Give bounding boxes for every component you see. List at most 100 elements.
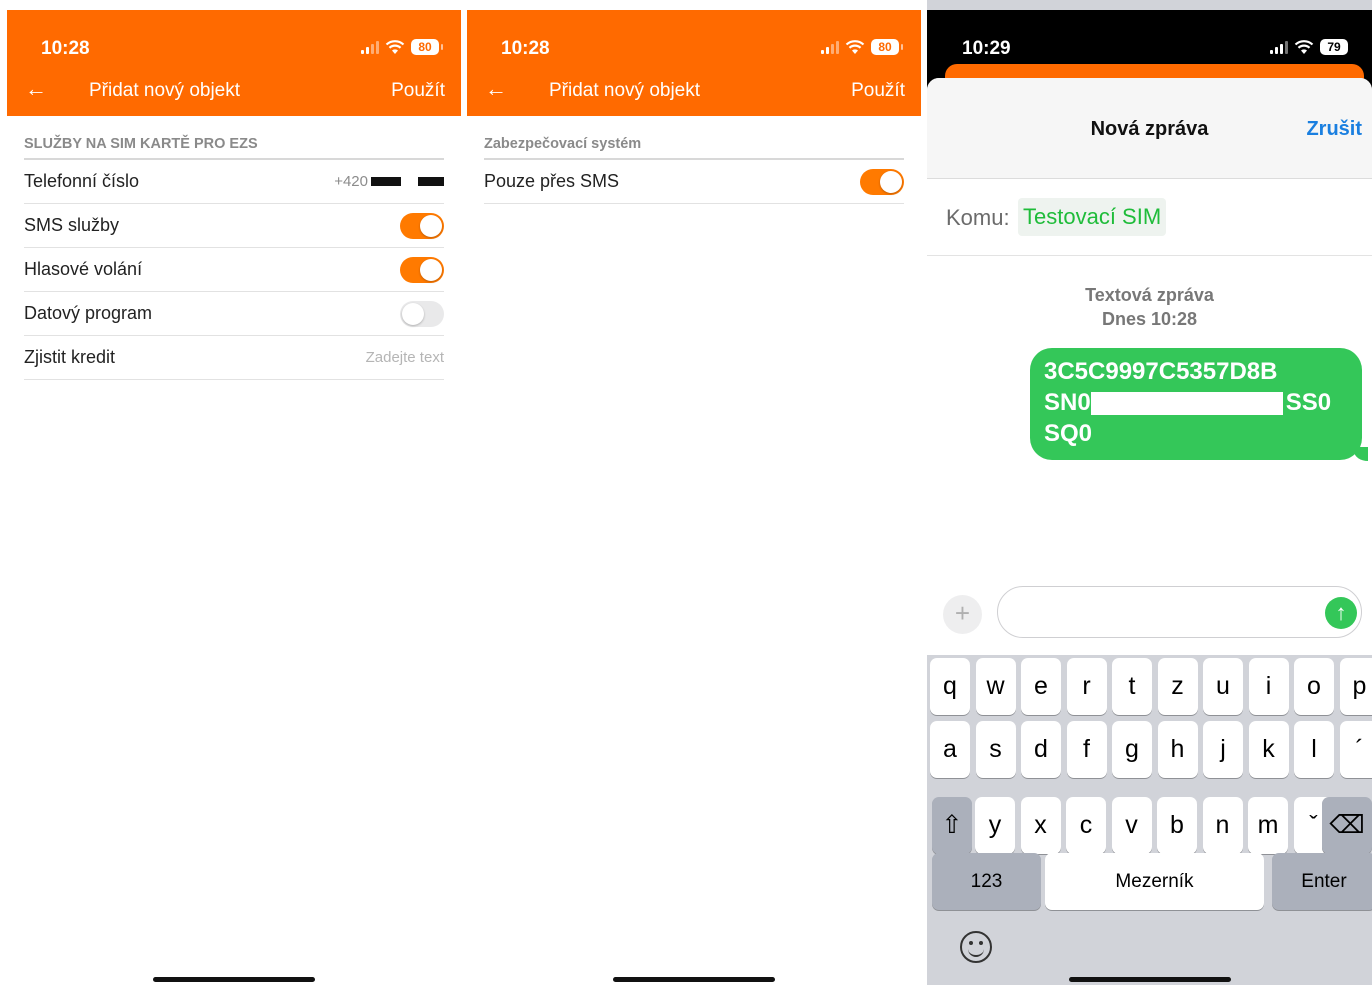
key-w[interactable]: w bbox=[975, 658, 1016, 715]
status-time: 10:29 bbox=[962, 38, 1011, 59]
sms-only-toggle[interactable] bbox=[860, 168, 904, 195]
key-l[interactable]: l bbox=[1294, 721, 1334, 778]
voice-call-row: Hlasové volání bbox=[24, 248, 444, 292]
recipient-row: Komu: Testovací SIM bbox=[927, 179, 1372, 256]
key-j[interactable]: j bbox=[1203, 721, 1243, 778]
signal-icon bbox=[1270, 40, 1288, 54]
screen-add-object-sim-services: 10:28 80 ← Přidat nový objekt Použít SLU… bbox=[7, 0, 461, 985]
key-m[interactable]: m bbox=[1248, 797, 1288, 854]
keyboard: q w e r t z u i o p a s d f g h j k l ´ y x c v b n m ˇ ⇧ ⌫ 123 Mez… bbox=[927, 655, 1372, 985]
space-key[interactable]: Mezerník bbox=[1045, 853, 1264, 910]
delete-icon[interactable]: ⌫ bbox=[1322, 797, 1372, 854]
key-z[interactable]: z bbox=[1157, 658, 1198, 715]
key-s[interactable]: s bbox=[975, 721, 1016, 778]
section-header: SLUŽBY NA SIM KARTĚ PRO EZS bbox=[24, 126, 444, 160]
check-credit-row: Zjistit kredit Zadejte text bbox=[24, 336, 444, 380]
sim-services-section: SLUŽBY NA SIM KARTĚ PRO EZS Telefonní čí… bbox=[24, 126, 444, 380]
row-label: Datový program bbox=[24, 303, 153, 323]
compose-sheet: Nová zpráva Zrušit Komu: Testovací SIM T… bbox=[927, 78, 1372, 655]
screen-new-message: 10:29 79 Nová zpráva Zrušit Komu: Testov… bbox=[927, 0, 1372, 985]
battery-icon: 80 bbox=[871, 39, 903, 55]
apply-button[interactable]: Použít bbox=[391, 80, 445, 102]
sms-services-row: SMS služby bbox=[24, 204, 444, 248]
status-time: 10:28 bbox=[501, 38, 550, 59]
key-n[interactable]: n bbox=[1202, 797, 1243, 854]
message-input[interactable]: ↑ bbox=[997, 586, 1362, 638]
message-line-2: SN0 SS0 bbox=[1044, 389, 1332, 416]
message-line-1: 3C5C9997C5357D8B bbox=[1044, 358, 1278, 385]
security-system-section: Zabezpečovací systém Pouze přes SMS bbox=[484, 126, 904, 204]
battery-icon: 79 bbox=[1320, 39, 1352, 55]
row-label: Hlasové volání bbox=[24, 259, 143, 279]
phone-number-value: +420 bbox=[334, 173, 444, 190]
sms-only-row: Pouze přes SMS bbox=[484, 160, 904, 204]
sheet-header: Nová zpráva Zrušit bbox=[927, 78, 1372, 179]
key-v[interactable]: v bbox=[1111, 797, 1152, 854]
key-o[interactable]: o bbox=[1294, 658, 1334, 715]
composer-bar: + ↑ bbox=[927, 586, 1372, 646]
key-g[interactable]: g bbox=[1112, 721, 1152, 778]
key-e[interactable]: e bbox=[1021, 658, 1061, 715]
recipient-chip[interactable]: Testovací SIM bbox=[1018, 198, 1167, 236]
key-k[interactable]: k bbox=[1248, 721, 1289, 778]
wifi-icon bbox=[1294, 40, 1314, 54]
home-indicator[interactable] bbox=[613, 977, 775, 982]
wifi-icon bbox=[845, 40, 865, 54]
message-type: Textová zpráva bbox=[1085, 285, 1214, 305]
credit-text-input[interactable]: Zadejte text bbox=[366, 349, 444, 366]
row-label: SMS služby bbox=[24, 215, 120, 235]
shift-icon[interactable]: ⇧ bbox=[932, 797, 972, 854]
message-bubble[interactable]: 3C5C9997C5357D8B SN0 SS0 SQ0 bbox=[1030, 348, 1368, 461]
to-label: Komu: bbox=[946, 205, 1010, 230]
key-h[interactable]: h bbox=[1157, 721, 1198, 778]
key-t[interactable]: t bbox=[1112, 658, 1152, 715]
key-a[interactable]: a bbox=[930, 721, 970, 778]
data-program-row: Datový program bbox=[24, 292, 444, 336]
redaction-mark bbox=[371, 177, 401, 186]
screen-add-object-security-system: 10:28 80 ← Přidat nový objekt Použít Zab… bbox=[467, 0, 921, 985]
cancel-button[interactable]: Zrušit bbox=[1306, 118, 1362, 141]
status-time: 10:28 bbox=[41, 38, 90, 59]
status-icons: 79 bbox=[1270, 39, 1352, 55]
voice-call-toggle[interactable] bbox=[400, 256, 444, 283]
message-time: Dnes 10:28 bbox=[1101, 309, 1198, 329]
page-title: Přidat nový objekt bbox=[549, 80, 701, 101]
app-header: 10:28 80 ← Přidat nový objekt Použít bbox=[7, 10, 461, 116]
key-f[interactable]: f bbox=[1066, 721, 1107, 778]
signal-icon bbox=[361, 40, 379, 54]
status-icons: 80 bbox=[821, 39, 903, 55]
status-icons: 80 bbox=[361, 39, 443, 55]
key-r[interactable]: r bbox=[1066, 658, 1107, 715]
row-label: Telefonní číslo bbox=[24, 171, 140, 191]
phone-number-row[interactable]: Telefonní číslo +420 bbox=[24, 160, 444, 204]
key-x[interactable]: x bbox=[1020, 797, 1061, 854]
key-d[interactable]: d bbox=[1021, 721, 1061, 778]
section-header: Zabezpečovací systém bbox=[484, 126, 904, 160]
key-u[interactable]: u bbox=[1203, 658, 1243, 715]
app-header: 10:28 80 ← Přidat nový objekt Použít bbox=[467, 10, 921, 116]
data-program-toggle[interactable] bbox=[400, 300, 444, 327]
numbers-key[interactable]: 123 bbox=[932, 853, 1041, 910]
key-q[interactable]: q bbox=[930, 658, 970, 715]
key-y[interactable]: y bbox=[975, 797, 1015, 854]
send-arrow-icon[interactable]: ↑ bbox=[1325, 597, 1357, 629]
emoji-icon[interactable] bbox=[960, 931, 992, 963]
back-arrow-icon[interactable]: ← bbox=[485, 78, 507, 100]
redaction-mark bbox=[418, 177, 444, 186]
battery-icon: 80 bbox=[411, 39, 443, 55]
apply-button[interactable]: Použít bbox=[851, 80, 905, 102]
sms-services-toggle[interactable] bbox=[400, 212, 444, 239]
key-p[interactable]: p bbox=[1339, 658, 1372, 715]
key-c[interactable]: c bbox=[1066, 797, 1106, 854]
plus-icon[interactable]: + bbox=[943, 595, 982, 634]
signal-icon bbox=[821, 40, 839, 54]
key-´[interactable]: ´ bbox=[1339, 721, 1372, 778]
enter-key[interactable]: Enter bbox=[1272, 853, 1372, 910]
key-b[interactable]: b bbox=[1157, 797, 1197, 854]
row-label: Pouze přes SMS bbox=[484, 171, 620, 191]
key-i[interactable]: i bbox=[1248, 658, 1289, 715]
back-arrow-icon[interactable]: ← bbox=[25, 78, 47, 100]
home-indicator[interactable] bbox=[153, 977, 315, 982]
home-indicator[interactable] bbox=[1068, 977, 1231, 982]
page-title: Přidat nový objekt bbox=[89, 80, 241, 101]
